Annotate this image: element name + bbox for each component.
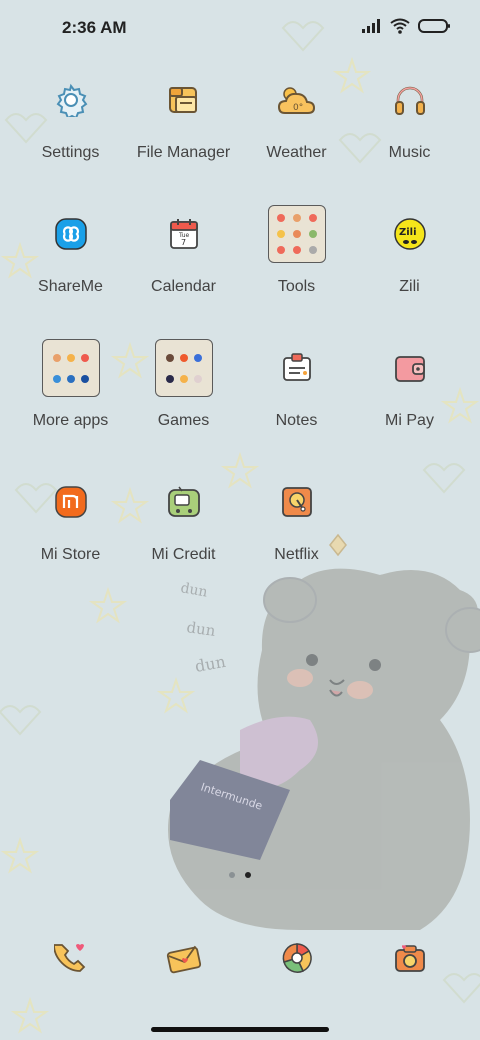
browser-icon: [267, 928, 327, 988]
home-indicator[interactable]: [151, 1027, 329, 1032]
mi-credit-icon: [154, 472, 214, 532]
status-icons: [362, 18, 450, 34]
app-netflix[interactable]: Netflix: [240, 472, 353, 564]
zili-icon: Zili: [380, 204, 440, 264]
app-zili[interactable]: Zili Zili: [353, 204, 466, 296]
dock-phone[interactable]: [14, 928, 127, 988]
app-label: Weather: [266, 144, 327, 161]
camera-icon: [380, 928, 440, 988]
zili-badge-text: Zili: [399, 227, 417, 238]
calendar-day-num: 7: [181, 238, 186, 247]
doodle-word-3: dun: [193, 652, 227, 676]
app-mi-store[interactable]: Mi Store: [14, 472, 127, 564]
folder-games[interactable]: Games: [127, 338, 240, 430]
headphones-icon: [380, 70, 440, 130]
dock: [0, 928, 480, 988]
page-indicator: [0, 872, 480, 878]
app-label: More apps: [32, 412, 109, 429]
app-label: Zili: [399, 278, 420, 295]
app-label: Tools: [277, 278, 316, 295]
doodle-word-2: dun: [185, 618, 216, 640]
folder-tools[interactable]: Tools: [240, 204, 353, 296]
app-shareme[interactable]: ShareMe: [14, 204, 127, 296]
notes-icon: [267, 338, 327, 398]
status-time: 2:36 AM: [62, 18, 127, 37]
app-file-manager[interactable]: File Manager: [127, 70, 240, 162]
app-label: Games: [157, 412, 210, 429]
folder-icon: [154, 70, 214, 130]
tools-folder-icon: [267, 204, 327, 264]
dock-messages[interactable]: [127, 928, 240, 988]
page-dot-2[interactable]: [245, 872, 251, 878]
games-folder-icon: [154, 338, 214, 398]
status-bar: 2:36 AM: [0, 0, 480, 56]
wifi-icon: [390, 18, 410, 34]
app-label: ShareMe: [38, 278, 103, 295]
app-label: Netflix: [274, 546, 319, 563]
mi-store-icon: [41, 472, 101, 532]
weather-cloud-icon: 0°: [267, 70, 327, 130]
app-label: Settings: [41, 144, 100, 161]
page-dot-1[interactable]: [229, 872, 235, 878]
app-label: Music: [388, 144, 431, 161]
app-label: Notes: [275, 412, 318, 429]
shareme-icon: [41, 204, 101, 264]
weather-temp: 0°: [293, 103, 303, 113]
app-label: Calendar: [151, 278, 216, 295]
app-label: Mi Store: [40, 546, 101, 563]
signal-icon: [362, 19, 380, 33]
calendar-icon: Tue 7: [154, 204, 214, 264]
folder-more-apps[interactable]: More apps: [14, 338, 127, 430]
app-notes[interactable]: Notes: [240, 338, 353, 430]
app-label: Mi Pay: [385, 412, 434, 429]
app-music[interactable]: Music: [353, 70, 466, 162]
app-label: File Manager: [136, 144, 231, 161]
app-settings[interactable]: Settings: [14, 70, 127, 162]
app-label: Mi Credit: [151, 546, 216, 563]
doodle-word-1: dun: [179, 580, 208, 600]
message-envelope-icon: [154, 928, 214, 988]
app-weather[interactable]: 0° Weather: [240, 70, 353, 162]
settings-icon: [41, 70, 101, 130]
wallet-icon: [380, 338, 440, 398]
app-mi-credit[interactable]: Mi Credit: [127, 472, 240, 564]
more-apps-folder-icon: [41, 338, 101, 398]
app-calendar[interactable]: Tue 7 Calendar: [127, 204, 240, 296]
battery-icon: [418, 19, 450, 33]
phone-icon: [41, 928, 101, 988]
app-mi-pay[interactable]: Mi Pay: [353, 338, 466, 430]
netflix-icon: [267, 472, 327, 532]
dock-camera[interactable]: [353, 928, 466, 988]
dock-browser[interactable]: [240, 928, 353, 988]
wallpaper-card-text: Intermunde: [199, 780, 264, 812]
